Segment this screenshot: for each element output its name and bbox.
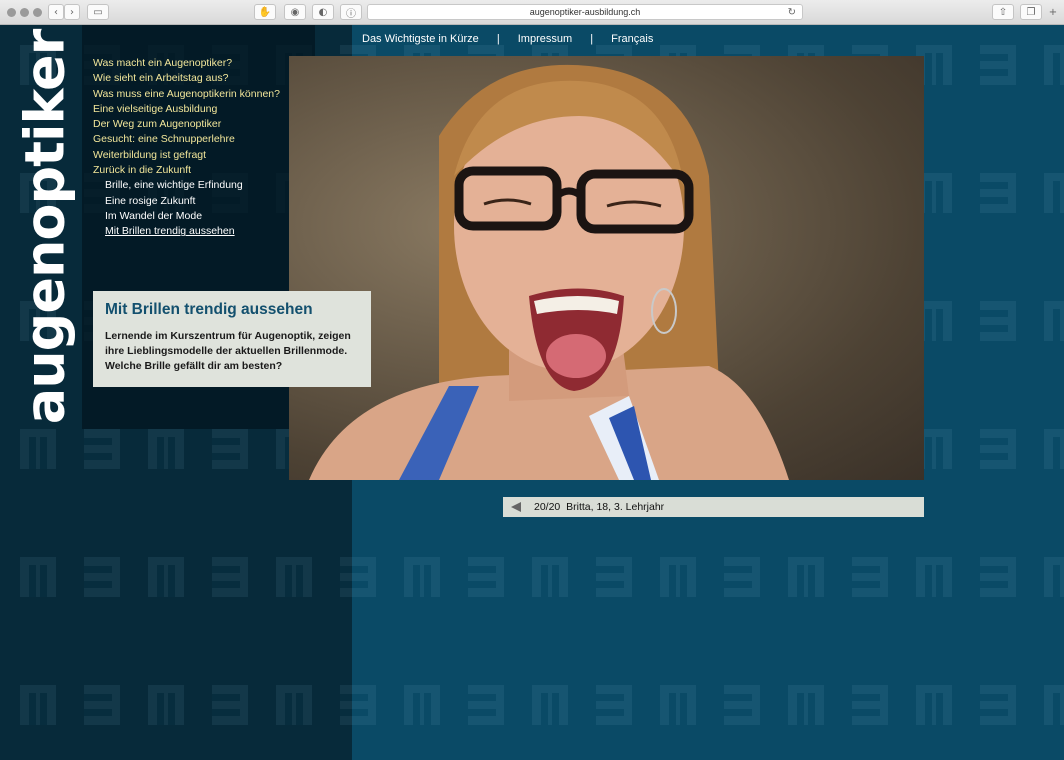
logo-text: augenoptiker: [13, 29, 77, 425]
tabs-icon[interactable]: ❐: [1020, 4, 1042, 20]
web-page: augenoptiker Was macht ein Augenoptiker?…: [0, 25, 1064, 760]
sidebar-icon[interactable]: ▭: [87, 4, 109, 20]
address-bar[interactable]: augenoptiker-ausbildung.ch ↻: [367, 4, 803, 20]
browser-toolbar: ‹ › ▭ ✋ ◉ ◐ ⓘ augenoptiker-ausbildung.ch…: [0, 0, 1064, 25]
nav-item[interactable]: Gesucht: eine Schnupperlehre: [93, 132, 280, 147]
main-navigation: Was macht ein Augenoptiker? Wie sieht ei…: [93, 56, 280, 240]
zoom-window-icon[interactable]: [33, 8, 42, 17]
new-tab-icon[interactable]: +: [1046, 4, 1060, 20]
nav-subitem-current[interactable]: Mit Brillen trendig aussehen: [93, 224, 280, 239]
nav-subitem[interactable]: Eine rosige Zukunft: [93, 194, 280, 209]
previous-arrow-icon[interactable]: [511, 502, 521, 512]
gallery-photo[interactable]: [289, 56, 924, 480]
gallery-counter: 20/20: [534, 501, 561, 513]
reload-icon[interactable]: ↻: [788, 6, 796, 20]
minimize-window-icon[interactable]: [20, 8, 29, 17]
topnav-link-language[interactable]: Français: [611, 33, 653, 45]
extension-icon[interactable]: ✋: [254, 4, 276, 20]
topnav-separator: |: [496, 33, 500, 45]
nav-subitem[interactable]: Im Wandel der Mode: [93, 209, 280, 224]
topnav-link-summary[interactable]: Das Wichtigste in Kürze: [362, 33, 479, 45]
gallery-caption: Britta, 18, 3. Lehrjahr: [566, 501, 665, 513]
info-icon[interactable]: ⓘ: [340, 4, 362, 20]
gallery-control-bar: 20/20 Britta, 18, 3. Lehrjahr: [503, 497, 924, 517]
nav-item[interactable]: Was macht ein Augenoptiker?: [93, 56, 280, 71]
nav-item[interactable]: Weiterbildung ist gefragt: [93, 148, 280, 163]
nav-item[interactable]: Eine vielseitige Ausbildung: [93, 102, 280, 117]
back-icon[interactable]: ‹: [48, 4, 64, 20]
photo-illustration: [309, 64, 789, 480]
site-logo[interactable]: augenoptiker: [14, 30, 77, 424]
caption-title: Mit Brillen trendig aussehen: [105, 301, 313, 318]
topnav-link-impressum[interactable]: Impressum: [518, 33, 572, 45]
nav-subitem[interactable]: Brille, eine wichtige Erfindung: [93, 178, 280, 193]
nav-item[interactable]: Was muss eine Augenoptikerin können?: [93, 87, 280, 102]
topnav-separator: |: [590, 33, 594, 45]
caption-text: Lernende im Kurszentrum für Augenoptik, …: [105, 330, 351, 372]
forward-icon[interactable]: ›: [64, 4, 80, 20]
caption-box: Mit Brillen trendig aussehen Lernende im…: [93, 291, 371, 387]
nav-item[interactable]: Wie sieht ein Arbeitstag aus?: [93, 71, 280, 86]
record-icon[interactable]: ◉: [284, 4, 306, 20]
shield-icon[interactable]: ◐: [312, 4, 334, 20]
top-navigation: Das Wichtigste in Kürze | Impressum | Fr…: [362, 33, 653, 45]
close-window-icon[interactable]: [7, 8, 16, 17]
url-text: augenoptiker-ausbildung.ch: [529, 7, 641, 17]
nav-item[interactable]: Der Weg zum Augenoptiker: [93, 117, 280, 132]
share-icon[interactable]: ⇧: [992, 4, 1014, 20]
nav-item-active-section[interactable]: Zurück in die Zukunft: [93, 163, 280, 178]
